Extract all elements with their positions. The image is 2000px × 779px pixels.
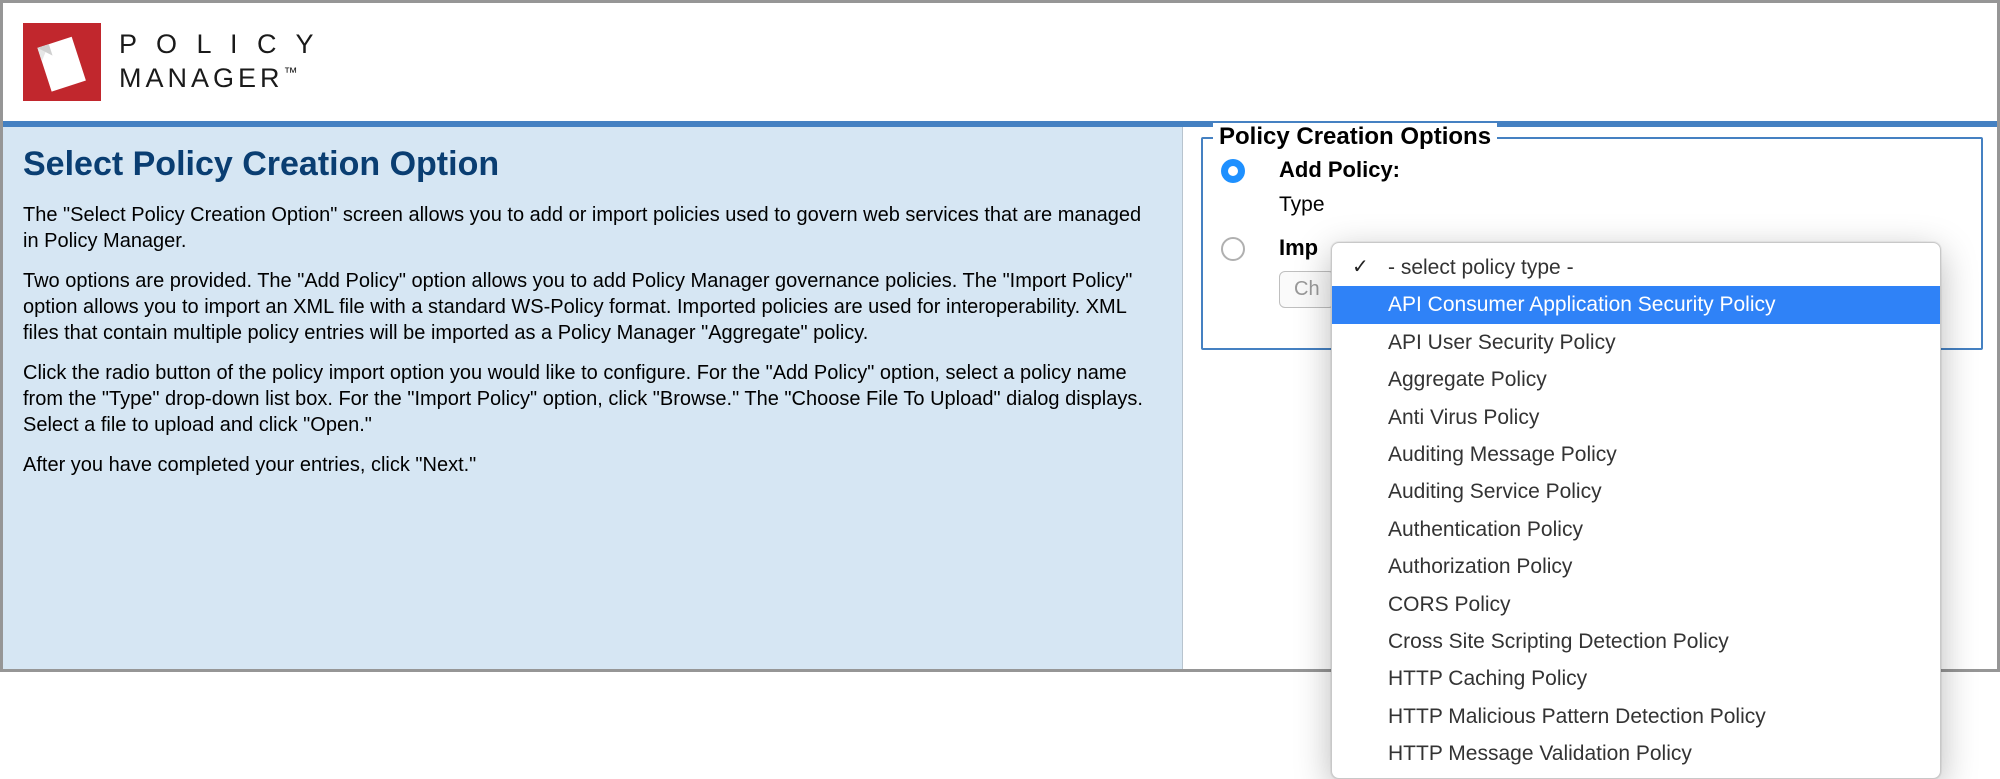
fieldset-legend: Policy Creation Options (1213, 123, 1497, 151)
choose-file-button[interactable]: Ch (1279, 271, 1335, 308)
add-policy-label: Add Policy: (1279, 157, 1963, 183)
type-row: Type (1279, 193, 1963, 217)
add-policy-radio[interactable] (1221, 159, 1245, 183)
info-panel: Select Policy Creation Option The "Selec… (3, 127, 1183, 669)
dropdown-item[interactable]: Cross Site Scripting Detection Policy (1332, 623, 1940, 660)
dropdown-item[interactable]: Authorization Policy (1332, 548, 1940, 585)
brand-line2: MANAGER™ (119, 62, 320, 96)
dropdown-item[interactable]: CORS Policy (1332, 586, 1940, 623)
app-header: P O L I C Y MANAGER™ (3, 3, 1997, 121)
dropdown-item[interactable]: HTTP Caching Policy (1332, 660, 1940, 697)
brand-line1: P O L I C Y (119, 28, 320, 62)
add-policy-body: Add Policy: Type (1279, 157, 1963, 217)
info-paragraph: The "Select Policy Creation Option" scre… (23, 202, 1162, 254)
policy-type-dropdown[interactable]: - select policy type - API Consumer Appl… (1331, 242, 1941, 779)
dropdown-item[interactable]: HTTP Message Validation Policy (1332, 735, 1940, 772)
info-paragraph: Two options are provided. The "Add Polic… (23, 268, 1162, 346)
add-policy-option[interactable]: Add Policy: Type (1221, 157, 1963, 217)
dropdown-item[interactable]: Auditing Message Policy (1332, 436, 1940, 473)
dropdown-item[interactable]: HTTP Malicious Pattern Detection Policy (1332, 698, 1940, 735)
dropdown-item[interactable]: - select policy type - (1332, 249, 1940, 286)
dropdown-item[interactable]: Authentication Policy (1332, 511, 1940, 548)
dropdown-item[interactable]: Aggregate Policy (1332, 361, 1940, 398)
dropdown-item[interactable]: Auditing Service Policy (1332, 473, 1940, 510)
info-paragraph: After you have completed your entries, c… (23, 452, 1162, 478)
brand-text: P O L I C Y MANAGER™ (119, 28, 320, 96)
info-paragraph: Click the radio button of the policy imp… (23, 360, 1162, 438)
import-policy-radio[interactable] (1221, 237, 1245, 261)
dropdown-item[interactable]: Anti Virus Policy (1332, 399, 1940, 436)
page-title: Select Policy Creation Option (23, 145, 1162, 184)
dropdown-item[interactable]: API User Security Policy (1332, 324, 1940, 361)
type-label: Type (1279, 193, 1325, 217)
dropdown-item[interactable]: API Consumer Application Security Policy (1332, 286, 1940, 323)
app-logo-icon (23, 23, 101, 101)
